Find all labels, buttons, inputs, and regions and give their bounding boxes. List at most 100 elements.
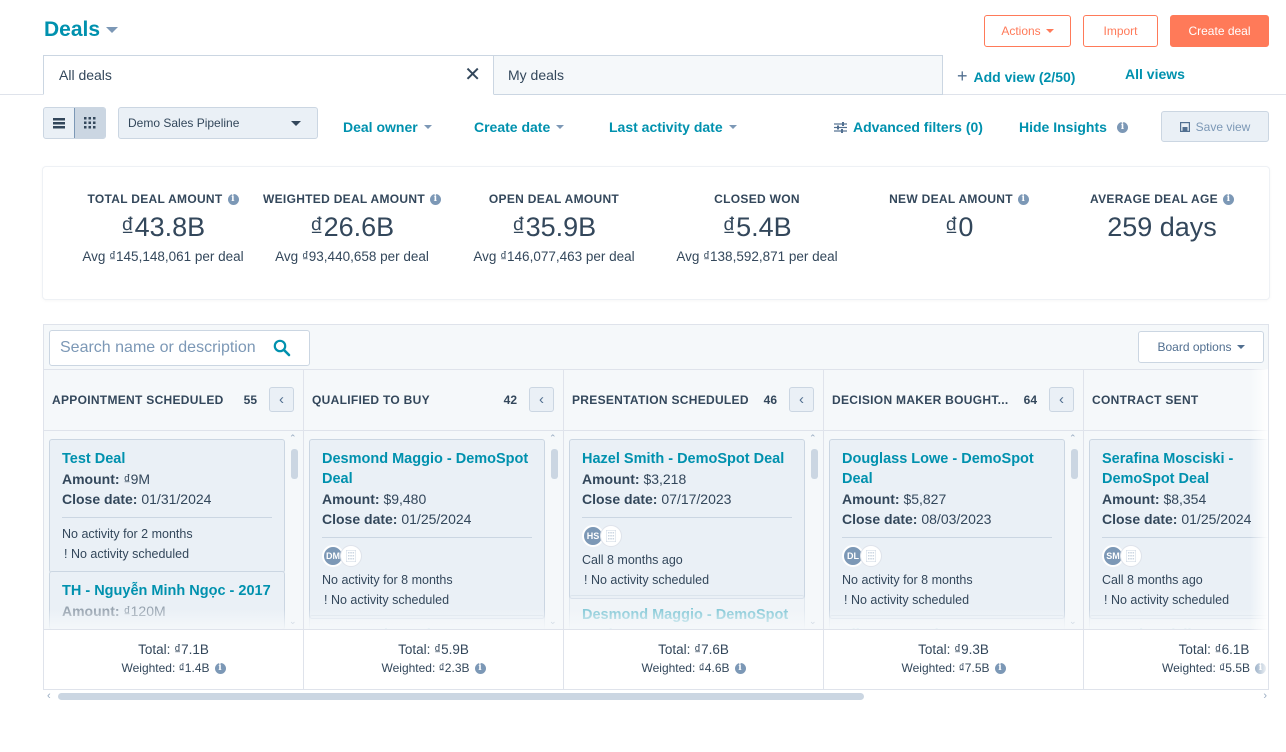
amount-label: Amount: xyxy=(322,491,380,507)
column-title: DECISION MAKER BOUGHT... xyxy=(832,393,1009,407)
info-icon[interactable]: i xyxy=(474,662,486,674)
create-date-filter[interactable]: Create date xyxy=(474,119,565,135)
column-scrollbar[interactable]: ⌃ ⌄ xyxy=(545,431,563,629)
kpi-sub: Avg ₫138,592,871 per deal xyxy=(676,249,838,264)
amount-value: $5,827 xyxy=(903,491,947,507)
deal-name-link[interactable]: TH - Nguyễn Minh Ngọc - 2017 xyxy=(62,581,272,601)
info-icon[interactable]: i xyxy=(994,662,1006,674)
chevron-up-icon[interactable]: ⌃ xyxy=(289,433,297,444)
info-icon[interactable]: i xyxy=(734,662,746,674)
info-icon[interactable]: i xyxy=(227,193,239,205)
scrollbar-thumb[interactable] xyxy=(58,693,864,700)
list-view-button[interactable] xyxy=(44,108,74,138)
page-title[interactable]: Deals xyxy=(44,18,119,42)
chevron-down-icon[interactable]: ⌄ xyxy=(289,616,297,627)
deal-card[interactable]: Test Deal Amount: ₫9M Close date: 01/31/20… xyxy=(49,439,285,573)
amount-label: Amount: xyxy=(1102,491,1160,507)
chevron-up-icon[interactable]: ⌃ xyxy=(549,433,557,444)
kpi-new-deal-amount: NEW DEAL AMOUNT i ₫0 xyxy=(859,192,1059,243)
scrollbar-thumb[interactable] xyxy=(551,449,558,479)
create-deal-button[interactable]: Create deal xyxy=(1170,15,1269,47)
import-button[interactable]: Import xyxy=(1083,15,1158,47)
collapse-column-button[interactable]: ‹ xyxy=(529,387,554,412)
search-icon[interactable] xyxy=(273,339,291,357)
column-scrollbar[interactable]: ⌃ ⌄ xyxy=(285,431,303,629)
column-cards: Hazel Smith - DemoSpot Deal Amount: $3,21… xyxy=(564,431,823,629)
chevron-down-icon[interactable]: ⌄ xyxy=(1069,616,1077,627)
deal-card[interactable]: Hazel Smith - DemoSpot Deal Amount: $3,21… xyxy=(569,439,805,599)
advanced-filters-button[interactable]: Advanced filters (0) xyxy=(834,119,983,135)
column-scrollbar[interactable]: ⌃ ⌄ xyxy=(805,431,823,629)
actions-button[interactable]: Actions xyxy=(984,15,1071,47)
deal-close-date: Close date: 01/31/2024 xyxy=(62,489,272,509)
board-options-button[interactable]: Board options xyxy=(1138,331,1264,363)
info-icon[interactable]: i xyxy=(1116,121,1128,133)
deal-name-link[interactable]: Desmond Maggio - DemoSpot Deal xyxy=(582,605,792,629)
pipeline-select[interactable]: Demo Sales Pipeline xyxy=(118,107,318,139)
deal-card[interactable]: Serafina Mosciski - DemoSpot Deal Amount:… xyxy=(1089,439,1268,619)
company-icon[interactable] xyxy=(340,545,362,567)
info-icon[interactable]: i xyxy=(1017,193,1029,205)
deal-card[interactable]: Desmond Maggio - DemoSpot Deal Amount: $9… xyxy=(309,439,545,619)
deal-card[interactable]: TH - Nguyễn Minh Ngọc - 2017 Amount: ₫120… xyxy=(49,571,285,629)
chevron-down-icon[interactable]: ⌄ xyxy=(809,616,817,627)
pipeline-select-value: Demo Sales Pipeline xyxy=(128,116,240,130)
deal-name-link[interactable]: Hazel Smith - DemoSpot Deal xyxy=(582,449,792,469)
all-views-link[interactable]: All views xyxy=(1125,66,1185,82)
card-associations: DL xyxy=(842,544,1052,568)
board-view-button[interactable] xyxy=(74,108,105,138)
add-view-button[interactable]: + Add view (2/50) xyxy=(957,66,1075,87)
scrollbar-thumb[interactable] xyxy=(291,449,298,479)
deal-card[interactable]: Roman Zboncak - DemoSpot Deal xyxy=(309,615,545,629)
scrollbar-thumb[interactable] xyxy=(811,449,818,479)
tab-my-deals[interactable]: My deals xyxy=(493,55,943,95)
deal-name-link[interactable]: Serafina Mosciski - DemoSpot Deal xyxy=(1102,449,1268,489)
close-date-label: Close date: xyxy=(1102,511,1178,527)
deal-card[interactable]: Desmond Maggio - DemoSpot Deal xyxy=(569,595,805,629)
info-icon[interactable]: i xyxy=(214,662,226,674)
tab-my-deals-label: My deals xyxy=(508,67,565,83)
close-date-value: 07/17/2023 xyxy=(661,491,732,507)
info-icon[interactable]: i xyxy=(1222,193,1234,205)
scroll-left-icon[interactable]: ‹ xyxy=(47,690,51,702)
collapse-column-button[interactable]: ‹ xyxy=(789,387,814,412)
info-icon[interactable]: i xyxy=(430,193,441,205)
horizontal-scrollbar[interactable]: ‹ › xyxy=(43,690,1269,704)
close-date-label: Close date: xyxy=(322,511,398,527)
chevron-left-icon: ‹ xyxy=(799,391,804,408)
deal-card[interactable]: Douglass Lowe - DemoSpot Deal Amount: $5,… xyxy=(829,439,1065,619)
close-icon[interactable]: ✕ xyxy=(464,65,481,85)
last-activity: Call 8 months ago xyxy=(582,553,683,567)
deal-name-link[interactable]: Test Deal xyxy=(62,449,272,469)
close-date-label: Close date: xyxy=(62,491,138,507)
column-title: APPOINTMENT SCHEDULED xyxy=(52,393,224,407)
kpi-closed-won: CLOSED WON ₫5.4B Avg ₫138,592,871 per de… xyxy=(657,192,857,264)
collapse-column-button[interactable]: ‹ xyxy=(269,387,294,412)
caret-down-icon xyxy=(728,125,737,129)
hide-insights-button[interactable]: Hide Insights i xyxy=(1019,119,1128,135)
deal-owner-filter[interactable]: Deal owner xyxy=(343,119,432,135)
column-cards: Douglass Lowe - DemoSpot Deal Amount: $5,… xyxy=(824,431,1083,629)
deal-card[interactable]: Jamal Kraicik - DemoSpot Deal xyxy=(1089,615,1268,629)
deal-name-link[interactable]: Douglass Lowe - DemoSpot Deal xyxy=(842,449,1052,489)
chevron-down-icon[interactable]: ⌄ xyxy=(549,616,557,627)
company-icon[interactable] xyxy=(860,545,882,567)
chevron-up-icon[interactable]: ⌃ xyxy=(1069,433,1077,444)
deal-card[interactable]: Elias McKenzie - DemoSpot Deal xyxy=(829,615,1065,629)
close-date-label: Close date: xyxy=(582,491,658,507)
last-activity-filter[interactable]: Last activity date xyxy=(609,119,737,135)
company-icon[interactable] xyxy=(600,525,622,547)
column-count: 42 xyxy=(503,393,517,407)
scrollbar-thumb[interactable] xyxy=(1071,449,1078,479)
deal-name-link[interactable]: Desmond Maggio - DemoSpot Deal xyxy=(322,449,532,489)
column-scrollbar[interactable]: ⌃ ⌄ xyxy=(1065,431,1083,629)
column-total: Total: ₫9.3B xyxy=(918,642,989,657)
scroll-right-icon[interactable]: › xyxy=(1263,690,1267,702)
kpi-open-deal-amount: OPEN DEAL AMOUNT ₫35.9B Avg ₫146,077,463… xyxy=(454,192,654,264)
save-view-button[interactable]: Save view xyxy=(1161,111,1269,142)
company-icon[interactable] xyxy=(1120,545,1142,567)
tab-all-deals[interactable]: All deals ✕ xyxy=(43,55,494,95)
search-input[interactable] xyxy=(60,339,265,357)
collapse-column-button[interactable]: ‹ xyxy=(1049,387,1074,412)
chevron-up-icon[interactable]: ⌃ xyxy=(809,433,817,444)
